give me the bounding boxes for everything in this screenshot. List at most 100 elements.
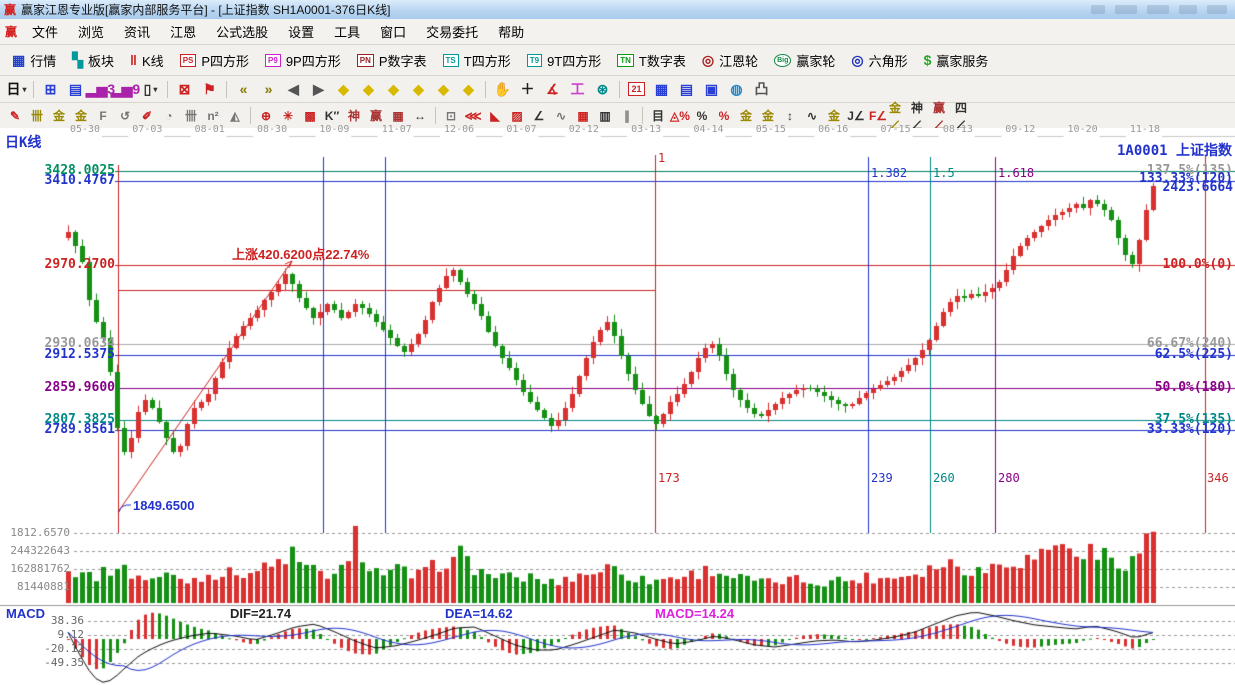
shrink-h-diamond[interactable]: ◆ [406,78,431,100]
shen-angle-tool[interactable]: 神∠ [911,106,933,126]
percent-line-tool[interactable]: % [713,106,735,126]
web-share-icon[interactable]: ◍ [724,78,749,100]
quotes-button[interactable]: ▦行情 [4,47,64,73]
prev-page-button[interactable]: ◀ [281,78,306,100]
info-panel-icon[interactable]: ▤ [63,78,88,100]
hexagon-button[interactable]: ◎六角形 [843,47,915,73]
kline-chart-canvas[interactable] [0,128,1235,685]
mind-map-icon[interactable]: ⊛ [590,78,615,100]
menu-item[interactable]: 浏览 [68,22,114,43]
percent-peak-tool[interactable]: ◬% [669,106,691,126]
set-square-tool[interactable]: ◭ [224,106,246,126]
star-web-tool[interactable]: ✳ [277,106,299,126]
k-note-tool[interactable]: K″ [321,106,343,126]
f-angle-tool[interactable]: F∠ [867,106,889,126]
period-day-dropdown[interactable]: 日▾ [4,78,29,100]
menu-item[interactable]: 文件 [22,22,68,43]
save-icon[interactable]: ▣ [699,78,724,100]
macd-indicator-title[interactable]: MACD [6,606,45,621]
9t-square-button[interactable]: T99T四方形 [519,47,610,73]
box-net-tool[interactable]: ▨ [506,106,528,126]
titlebar-ghost-item[interactable] [1147,5,1169,14]
winner-wheel-button[interactable]: Big赢家轮 [766,47,843,73]
grid-shift-tool[interactable]: ▥ [594,106,616,126]
menu-item[interactable]: 资讯 [114,22,160,43]
pen-angle-tool[interactable]: ✐ [136,106,158,126]
titlebar-ghost-item[interactable] [1207,5,1227,14]
comb-tool[interactable]: 卌 [180,106,202,126]
menu-item[interactable]: 窗口 [370,22,416,43]
pen-ruler-tool[interactable]: ✎ [4,106,26,126]
corner-fan-tool[interactable]: ◣ [484,106,506,126]
spiral-tool[interactable]: ↺ [114,106,136,126]
comb-scale-tool[interactable]: 卌 [26,106,48,126]
p-table-button[interactable]: PNP数字表 [349,47,435,73]
calculator-icon[interactable]: ▦ [649,78,674,100]
width-measure-tool[interactable]: ↔ [409,106,431,126]
9p-square-button[interactable]: P99P四方形 [257,47,349,73]
last-page-button[interactable]: » [256,78,281,100]
box-web-tool[interactable]: ▩ [299,106,321,126]
wave-3-icon[interactable]: ▂▅3 [88,78,113,100]
percent-tool[interactable]: % [691,106,713,126]
t-table-button[interactable]: TNT数字表 [609,47,694,73]
crosshair-tool[interactable]: ＋ [515,78,540,100]
target-circle-tool[interactable]: ⊕ [255,106,277,126]
expand-h-diamond[interactable]: ◆ [381,78,406,100]
printer-icon[interactable]: 凸 [749,78,774,100]
wave-9-icon[interactable]: ▂▅9 [113,78,138,100]
box-corner-tool[interactable]: ⊡ [440,106,462,126]
shrink-all-diamond[interactable]: ◆ [431,78,456,100]
grid-123-tool[interactable]: ▦ [387,106,409,126]
first-page-button[interactable]: « [231,78,256,100]
n-square-tool[interactable]: n² [202,106,224,126]
ying-angle-tool[interactable]: 赢∠ [933,106,955,126]
menu-item[interactable]: 工具 [324,22,370,43]
zoom-right-diamond[interactable]: ◆ [356,78,381,100]
parallel-lines-tool[interactable]: ∥ [616,106,638,126]
next-page-button[interactable]: ▶ [306,78,331,100]
titlebar-ghost-item[interactable] [1179,5,1197,14]
zoom-left-diamond[interactable]: ◆ [331,78,356,100]
j-angle-tool[interactable]: J∠ [845,106,867,126]
zigzag-tool[interactable]: ∿ [550,106,572,126]
gann-box-icon[interactable]: ⊠ [172,78,197,100]
gann-grid-icon[interactable]: ⊞ [38,78,63,100]
titlebar-ghost-item[interactable] [1091,5,1105,14]
candle-style-dropdown[interactable]: ▯▾ [138,78,163,100]
shen-comb-tool[interactable]: 神 [343,106,365,126]
gold-square-tool-2[interactable]: 金 [70,106,92,126]
titlebar-ghost-item[interactable] [1115,5,1137,14]
menu-item[interactable]: 公式选股 [206,22,278,43]
si-angle-tool[interactable]: 四∠ [955,106,977,126]
price-mark-tool[interactable]: ↕ [779,106,801,126]
kline-button[interactable]: ǁK线 [122,47,172,73]
stats-table-tool[interactable]: 目 [647,106,669,126]
color-flag-icon[interactable]: ⚑ [197,78,222,100]
menu-item[interactable]: 江恩 [160,22,206,43]
time-cycle-tool[interactable]: ◔ [158,106,180,126]
gold-angle-tool[interactable]: 金∠ [889,106,911,126]
gann-gong-tool[interactable]: 工 [565,78,590,100]
expand-all-diamond[interactable]: ◆ [456,78,481,100]
fib-tool[interactable]: F [92,106,114,126]
gold-level-tool-2[interactable]: 金 [823,106,845,126]
pan-hand-tool[interactable]: ✋ [490,78,515,100]
blocks-button[interactable]: ▚板块 [64,47,122,73]
gold-square-tool[interactable]: 金 [48,106,70,126]
gold-level-tool[interactable]: 金 [757,106,779,126]
menu-item[interactable]: 帮助 [488,22,534,43]
angle-tool[interactable]: ∡ [540,78,565,100]
ray-fan-tool[interactable]: ⋘ [462,106,484,126]
gold-circle-tool[interactable]: 金 [735,106,757,126]
winner-service-button[interactable]: $赢家服务 [916,47,997,73]
t-square-button[interactable]: TST四方形 [435,47,519,73]
angle-line-tool[interactable]: ∠ [528,106,550,126]
red-grid-tool[interactable]: ▦ [572,106,594,126]
wave-fit-tool[interactable]: ∿ [801,106,823,126]
menu-item[interactable]: 设置 [278,22,324,43]
gann-wheel-button[interactable]: ◎江恩轮 [694,47,766,73]
ying-comb-tool[interactable]: 赢 [365,106,387,126]
calendar-21-icon[interactable]: 21 [624,78,649,100]
menu-item[interactable]: 交易委托 [416,22,488,43]
